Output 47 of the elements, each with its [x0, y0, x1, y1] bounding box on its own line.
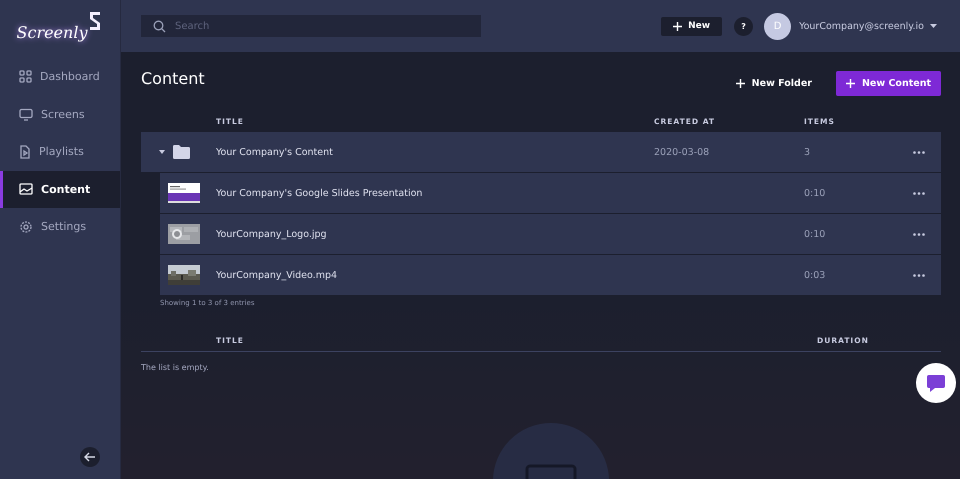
more-icon[interactable]	[913, 192, 925, 194]
new-folder-button[interactable]: New Folder	[736, 78, 812, 88]
caret-icon[interactable]	[159, 150, 165, 154]
document-icon	[19, 144, 31, 159]
logo[interactable]: Screenly	[16, 22, 88, 42]
image-icon	[19, 183, 33, 196]
created-date: 2020-03-08	[654, 146, 710, 158]
search-icon	[153, 20, 166, 32]
plus-icon	[846, 78, 855, 88]
duration: 0:10	[804, 228, 826, 240]
search-field[interactable]: Search	[141, 15, 481, 37]
folder-row[interactable]: Your Company's Content 2020-03-08 3	[141, 132, 941, 172]
page-title: Content	[141, 68, 205, 88]
more-icon[interactable]	[913, 274, 925, 276]
chat-icon	[926, 373, 946, 393]
folder-icon	[173, 145, 190, 159]
collapse-button[interactable]	[80, 447, 100, 467]
new-content-button[interactable]: New Content	[836, 70, 941, 96]
duration: 0:10	[804, 188, 826, 198]
account-menu[interactable]: YourCompany@screenly.io	[799, 20, 937, 32]
content-row[interactable]: YourCompany_Video.mp4 0:03	[160, 255, 941, 295]
arrow-left-icon	[84, 452, 96, 462]
more-icon[interactable]	[913, 150, 925, 154]
empty-message: The list is empty.	[141, 363, 210, 372]
new-button[interactable]: New	[661, 16, 722, 36]
monitor-icon	[19, 108, 33, 121]
help-button[interactable]: ?	[734, 16, 754, 36]
sidebar-item[interactable]: Playlists	[0, 133, 120, 170]
content-title: YourCompany_Logo.jpg	[216, 228, 327, 240]
content-title: YourCompany_Video.mp4	[216, 270, 338, 280]
content-row[interactable]: Your Company's Google Slides Presentation 0:10	[160, 173, 941, 213]
plus-icon	[673, 22, 682, 30]
sidebar-item[interactable]: Screens	[0, 96, 120, 133]
duration: 0:03	[804, 270, 826, 280]
item-count: 3	[804, 146, 810, 158]
more-icon[interactable]	[913, 232, 925, 236]
settings-icon	[19, 220, 33, 234]
caret-icon	[930, 24, 937, 28]
sidebar-item[interactable]: Content	[0, 170, 120, 208]
sidebar-item[interactable]: Dashboard	[0, 58, 120, 96]
grid-icon	[19, 70, 32, 84]
content-title: Your Company's Google Slides Presentation	[216, 188, 422, 198]
plus-icon	[736, 78, 745, 88]
folder-title: Your Company's Content	[216, 146, 333, 158]
chat-button[interactable]	[916, 363, 956, 403]
sidebar-item[interactable]: Settings	[0, 208, 120, 246]
content-row[interactable]: YourCompany_Logo.jpg 0:10	[160, 214, 941, 254]
